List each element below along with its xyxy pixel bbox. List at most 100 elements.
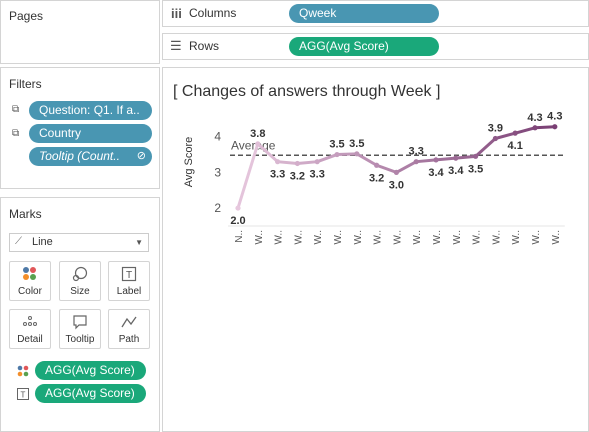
- label-button[interactable]: T Label: [108, 261, 150, 301]
- filters-panel: Filters ⧉ Question: Q1. If a.. ⧉ Country…: [0, 67, 160, 189]
- data-point: [374, 162, 380, 168]
- data-label: 3.2: [290, 170, 305, 182]
- path-label: Path: [118, 334, 140, 345]
- data-point: [413, 159, 419, 165]
- series-line-segment: [236, 142, 260, 210]
- y-axis-label: Avg Score: [183, 137, 195, 188]
- data-point: [255, 141, 261, 147]
- data-point: [453, 155, 459, 161]
- data-point: [433, 157, 439, 163]
- data-label: 4.3: [547, 111, 562, 123]
- series-line-segment: [295, 160, 319, 165]
- path-icon: [109, 314, 149, 332]
- detail-icon: [10, 314, 50, 332]
- x-tick-label: W..: [472, 230, 483, 244]
- color-button[interactable]: Color: [9, 261, 51, 301]
- size-label: Size: [70, 286, 90, 297]
- data-point: [354, 151, 360, 157]
- rows-pill-avg-score[interactable]: AGG(Avg Score): [289, 37, 439, 56]
- rows-shelf[interactable]: ☰ Rows AGG(Avg Score): [162, 33, 589, 60]
- x-tick-label: W..: [412, 230, 423, 244]
- tooltip-icon: [60, 314, 100, 332]
- x-tick-label: W..: [313, 230, 324, 244]
- data-point: [512, 130, 518, 136]
- x-tick-label: W..: [353, 230, 364, 244]
- x-tick-label: W..: [551, 230, 562, 244]
- data-label: 4.1: [508, 140, 523, 152]
- y-tick-label: 4: [214, 130, 221, 144]
- columns-label: Columns: [189, 6, 237, 20]
- marks-panel: Marks ⟋ Line ▼ Color Size T Label Detail…: [0, 197, 160, 432]
- filter-icon: ⧉: [12, 104, 20, 115]
- x-tick-label: W..: [392, 230, 403, 244]
- data-label: 2.0: [230, 215, 245, 227]
- columns-icon: iii: [171, 6, 182, 21]
- columns-shelf[interactable]: iii Columns Qweek: [162, 0, 589, 27]
- x-tick-label: W..: [373, 230, 384, 244]
- mark-type-value: Line: [32, 236, 53, 248]
- series-line-segment: [414, 158, 438, 164]
- data-point: [314, 159, 320, 165]
- tooltip-button[interactable]: Tooltip: [59, 309, 101, 349]
- chart-title: [ Changes of answers through Week ]: [173, 83, 440, 100]
- x-tick-label: W..: [511, 230, 522, 244]
- marks-color-pill[interactable]: AGG(Avg Score): [35, 361, 146, 380]
- line-chart: [ Changes of answers through Week ] Avg …: [173, 83, 565, 244]
- rows-icon: ☰: [170, 38, 182, 53]
- data-point: [334, 151, 340, 158]
- marks-label-pill[interactable]: AGG(Avg Score): [35, 384, 146, 403]
- data-point: [275, 159, 281, 165]
- filter-country[interactable]: Country: [29, 124, 152, 143]
- x-tick-label: W..: [452, 230, 463, 244]
- color-dots-icon: [17, 364, 29, 382]
- x-tick-label: N..: [234, 230, 245, 243]
- pages-title: Pages: [9, 9, 44, 23]
- size-button[interactable]: Size: [59, 261, 101, 301]
- data-label: 3.5: [329, 139, 344, 151]
- chevron-down-icon: ▼: [135, 238, 143, 247]
- data-label: 3.3: [310, 169, 325, 181]
- filter-question[interactable]: Question: Q1. If a..: [29, 101, 152, 120]
- line-mark-icon: ⟋: [15, 236, 22, 247]
- x-tick-label: W..: [491, 230, 502, 244]
- label-label: Label: [116, 286, 142, 297]
- data-label: 3.5: [468, 163, 483, 175]
- color-label: Color: [18, 286, 42, 297]
- data-label: 3.9: [488, 122, 503, 134]
- data-label: 4.3: [527, 112, 542, 124]
- tooltip-label: Tooltip: [65, 334, 95, 345]
- series-line-segment: [454, 154, 478, 160]
- x-tick-label: W..: [293, 230, 304, 244]
- path-button[interactable]: Path: [108, 309, 150, 349]
- y-tick-label: 3: [214, 165, 221, 179]
- detail-label: Detail: [17, 334, 43, 345]
- svg-text:T: T: [126, 270, 132, 281]
- rows-label: Rows: [189, 39, 220, 53]
- columns-pill-qweek[interactable]: Qweek: [289, 4, 439, 23]
- filter-icon: ⧉: [12, 128, 20, 139]
- mark-type-select[interactable]: ⟋ Line ▼: [9, 233, 149, 252]
- data-label: 3.4: [448, 165, 464, 177]
- filter-tooltip-label: Tooltip (Count..: [39, 149, 120, 163]
- data-point: [532, 125, 538, 131]
- x-tick-label: W..: [333, 230, 344, 244]
- data-label: 3.2: [369, 172, 384, 184]
- filters-title: Filters: [9, 77, 42, 91]
- svg-text:T: T: [21, 391, 26, 400]
- series-line-segment: [335, 152, 359, 157]
- data-label: 3.4: [428, 167, 444, 179]
- series-line-segment: [533, 125, 557, 130]
- x-tick-label: W..: [531, 230, 542, 244]
- color-icon: [10, 266, 50, 284]
- series-line-segment: [276, 160, 299, 165]
- series-line-segment: [474, 136, 497, 158]
- data-label: 3.5: [349, 138, 364, 150]
- filter-tooltip-count[interactable]: Tooltip (Count.. ⊘: [29, 147, 152, 166]
- average-reference-label: Average: [231, 138, 276, 152]
- data-point: [473, 153, 479, 159]
- x-tick-label: W..: [432, 230, 443, 244]
- x-tick-label: W..: [274, 230, 285, 244]
- data-point: [294, 160, 300, 167]
- detail-button[interactable]: Detail: [9, 309, 51, 349]
- marks-title: Marks: [9, 207, 42, 221]
